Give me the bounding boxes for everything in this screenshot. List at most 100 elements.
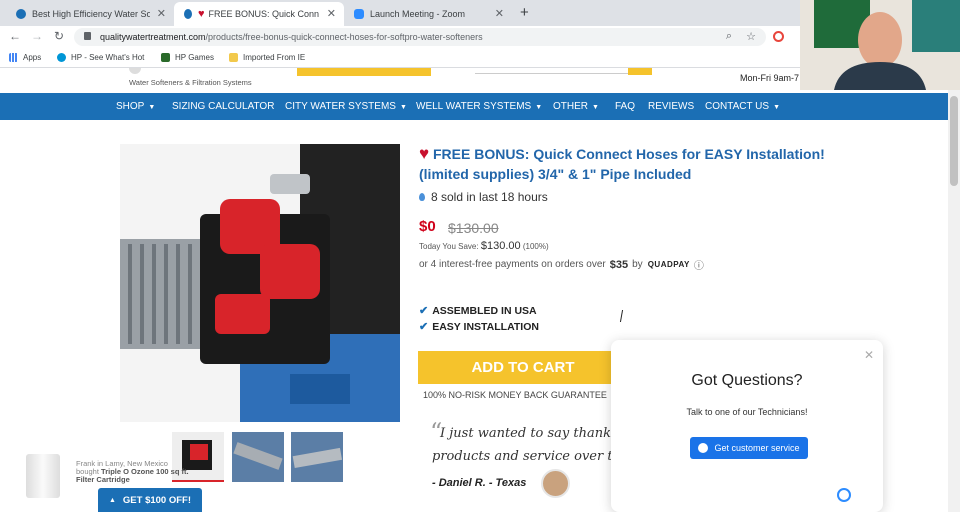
address-bar[interactable]: qualitywatertreatment.com/products/free-… — [74, 28, 766, 46]
nav-faq[interactable]: FAQ — [615, 101, 635, 112]
nav-reviews[interactable]: REVIEWS — [648, 101, 694, 112]
feature-label: ASSEMBLED IN USA — [432, 304, 537, 317]
manychat-logo-icon — [837, 488, 851, 502]
nav-shop[interactable]: SHOP ▼ — [116, 101, 155, 112]
info-icon[interactable]: ⓘ — [694, 257, 704, 272]
chevron-up-icon: ▲ — [108, 496, 116, 504]
savings-percent: (100%) — [522, 242, 549, 251]
nav-sizing-calculator[interactable]: SIZING CALCULATOR — [172, 101, 274, 112]
bookmark-label: Apps — [23, 53, 42, 62]
nav-label: FAQ — [615, 101, 636, 112]
filter-cartridge-image — [26, 454, 60, 498]
site-favicon-icon — [16, 9, 26, 19]
nav-label: WELL WATER SYSTEMS — [416, 101, 532, 112]
author-avatar — [541, 469, 570, 498]
bookmark-hp-whats-hot[interactable]: HP - See What's Hot — [57, 53, 144, 62]
zoom-lens-icon[interactable]: ⌕ — [726, 30, 732, 43]
feature-easy-install: ✔ EASY INSTALLATION — [419, 320, 539, 334]
quadpay-logo: QUADPAY — [647, 260, 690, 269]
tab-title: FREE BONUS: Quick Connect — [208, 9, 319, 19]
bookmark-imported-ie[interactable]: Imported From IE — [229, 53, 305, 62]
main-nav: SHOP ▼ SIZING CALCULATOR CITY WATER SYSTE… — [0, 93, 948, 120]
hp-logo-icon — [57, 53, 66, 62]
tab-zoom[interactable]: Launch Meeting - Zoom ✕ — [344, 2, 512, 26]
nav-city-water[interactable]: CITY WATER SYSTEMS ▼ — [285, 101, 407, 112]
installments-amount: $35 — [609, 258, 629, 271]
back-icon[interactable]: ← — [9, 29, 21, 43]
tab-title: Best High Efficiency Water Softe — [32, 9, 150, 19]
add-to-cart-button[interactable]: ADD TO CART — [418, 351, 628, 384]
close-tab-icon[interactable]: ✕ — [327, 7, 336, 20]
savings-amount: $130.00 — [480, 240, 521, 252]
header-search-field[interactable] — [475, 68, 630, 74]
sold-text: 8 sold in last 18 hours — [431, 190, 548, 204]
heart-icon: ♥ — [419, 144, 430, 163]
forward-icon[interactable]: → — [31, 29, 43, 43]
product-title: ♥ FREE BONUS: Quick Connect Hoses for EA… — [419, 144, 839, 184]
lock-icon — [84, 32, 91, 40]
url-domain: qualitywatertreatment.com — [100, 32, 206, 42]
nav-label: SIZING CALCULATOR — [172, 101, 275, 112]
close-tab-icon[interactable]: ✕ — [495, 7, 504, 20]
nav-well-water[interactable]: WELL WATER SYSTEMS ▼ — [416, 101, 542, 112]
nav-label: CONTACT US — [705, 101, 770, 112]
nav-label: CITY WATER SYSTEMS — [285, 101, 396, 112]
chevron-down-icon: ▼ — [592, 104, 599, 111]
feature-assembled: ✔ ASSEMBLED IN USA — [419, 304, 537, 318]
header-search-button[interactable] — [628, 68, 652, 75]
bookmark-label: Imported From IE — [243, 53, 306, 62]
feature-label: EASY INSTALLATION — [432, 320, 539, 333]
close-icon[interactable]: ✕ — [864, 348, 874, 362]
webcam-video-overlay — [800, 0, 960, 90]
installments-by: by — [632, 259, 643, 270]
url-path: /products/free-bonus-quick-connect-hoses… — [205, 32, 483, 42]
social-proof-product-cont: Filter Cartridge — [76, 475, 130, 484]
close-tab-icon[interactable]: ✕ — [157, 7, 166, 20]
customer-service-label: Get customer service — [714, 443, 800, 453]
water-drop-icon — [419, 193, 425, 201]
checkmark-icon: ✔ — [419, 321, 429, 333]
sold-count: 8 sold in last 18 hours — [419, 190, 548, 204]
nav-other[interactable]: OTHER ▼ — [553, 101, 599, 112]
product-thumbnail-3[interactable] — [291, 432, 343, 482]
site-logo — [129, 68, 141, 74]
savings-label: Today You Save: — [419, 242, 479, 251]
messenger-icon — [698, 443, 709, 453]
site-tagline: Water Softeners & Filtration Systems — [129, 78, 252, 87]
zoom-favicon-icon — [354, 9, 364, 19]
bookmark-star-icon[interactable]: ☆ — [746, 30, 756, 43]
games-icon — [161, 53, 170, 62]
chat-subtitle: Talk to one of our Technicians! — [686, 407, 808, 417]
customer-service-button[interactable]: Get customer service — [690, 437, 808, 459]
testimonial-line: I just wanted to say thank y — [440, 426, 617, 441]
savings: Today You Save: $130.00 (100%) — [419, 240, 549, 252]
product-thumbnail-2[interactable] — [232, 432, 284, 482]
testimonial-line: products and service over th — [432, 449, 617, 464]
bookmark-label: HP Games — [175, 53, 214, 62]
installments-info: or 4 interest-free payments on orders ov… — [419, 257, 704, 273]
bookmark-hp-games[interactable]: HP Games — [161, 53, 214, 62]
discount-label: GET $100 OFF! — [122, 494, 192, 506]
mouse-cursor-icon — [619, 310, 631, 322]
get-discount-button[interactable]: ▲ GET $100 OFF! — [98, 488, 202, 512]
bookmark-apps[interactable]: Apps — [9, 53, 41, 62]
chat-title: Got Questions? — [691, 372, 803, 389]
scrollbar-thumb[interactable] — [950, 96, 958, 186]
original-price: $130.00 — [448, 220, 499, 236]
header-search-bar[interactable] — [297, 68, 431, 76]
chat-widget: ✕ Got Questions? Talk to one of our Tech… — [611, 340, 883, 512]
tab-free-bonus[interactable]: ♥ FREE BONUS: Quick Connect ✕ — [174, 2, 344, 26]
new-tab-button[interactable]: + — [520, 4, 529, 21]
checkmark-icon: ✔ — [419, 305, 429, 317]
chevron-down-icon: ▼ — [148, 104, 156, 111]
tab-water-softeners[interactable]: Best High Efficiency Water Softe ✕ — [6, 2, 174, 26]
business-hours: Mon-Fri 9am-7 — [740, 73, 800, 83]
extension-icon[interactable] — [773, 31, 784, 42]
chevron-down-icon: ▼ — [773, 104, 781, 111]
heart-icon: ♥ — [198, 8, 205, 20]
apps-grid-icon — [9, 53, 18, 62]
reload-icon[interactable]: ↻ — [54, 29, 64, 43]
chevron-down-icon: ▼ — [535, 104, 543, 111]
product-image[interactable] — [120, 144, 400, 422]
nav-contact-us[interactable]: CONTACT US ▼ — [705, 101, 780, 112]
